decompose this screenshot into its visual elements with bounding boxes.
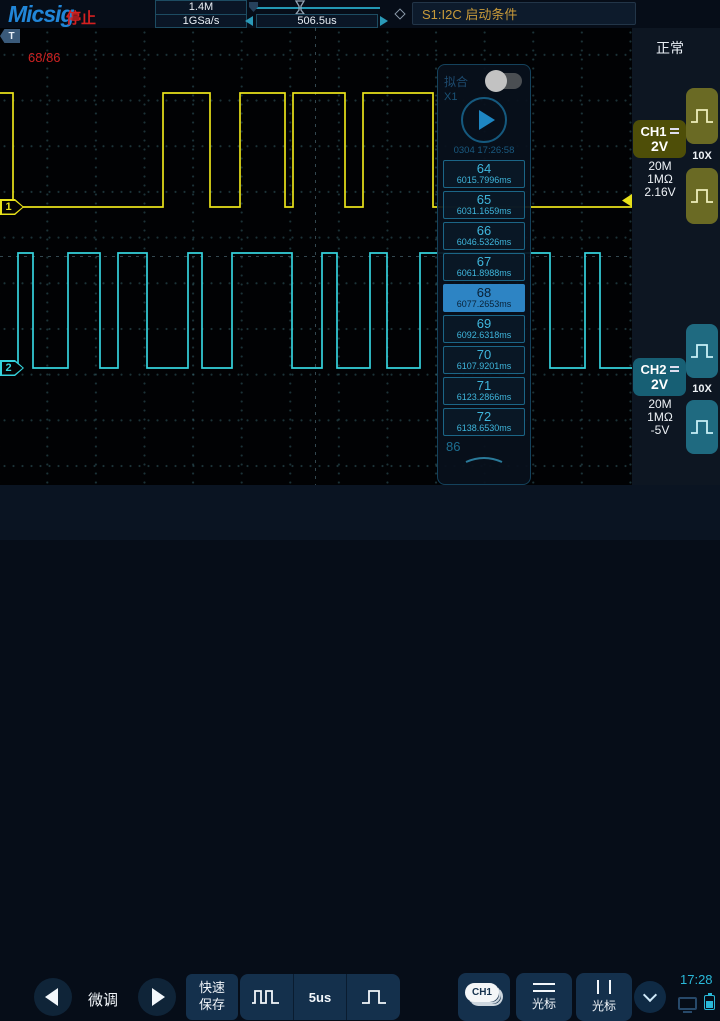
play-icon [479, 110, 495, 130]
frame-item[interactable]: 666046.5326ms [443, 222, 525, 250]
ch2-scale: 2V [651, 377, 668, 392]
ch1-pulse-up-button[interactable] [686, 88, 718, 144]
horizontal-cursor-button[interactable]: 光标 [516, 973, 572, 1021]
battery-icon [704, 995, 715, 1010]
arrow-right-icon [152, 988, 165, 1006]
pulse-icon [689, 105, 715, 127]
single-pulse-icon [360, 986, 388, 1008]
ch1-pulse-down-button[interactable] [686, 168, 718, 224]
ch2-ground-marker[interactable]: 2 [0, 360, 24, 376]
toggle-knob [485, 70, 507, 92]
frame-total-label: 86 [442, 439, 526, 454]
frame-item[interactable]: 706107.9201ms [443, 346, 525, 374]
quick-save-label: 快速保存 [197, 980, 227, 1014]
cursor-v-label: 光标 [592, 997, 616, 1014]
timebase-position-line [256, 7, 380, 9]
pulse-icon [689, 185, 715, 207]
trigger-condition-label: S1:I2C 启动条件 [422, 4, 517, 23]
acquire-mode-label[interactable]: 正常 [656, 38, 684, 58]
ch1-name: CH1 [640, 125, 666, 139]
ch2-badge[interactable]: CH2 2V [633, 358, 686, 396]
waveform-display: T 68/86 1 2 [0, 28, 632, 485]
double-pulse-icon [251, 986, 281, 1008]
ch2-offset: -5V [632, 424, 688, 437]
ch1-badge[interactable]: CH1 2V [633, 120, 686, 158]
acquisition-info-box[interactable]: 1.4M 1GSa/s [155, 0, 247, 28]
timebase-value[interactable]: 5us [293, 974, 347, 1020]
waveform-canvas [0, 28, 632, 485]
ch1-scale: 2V [651, 139, 668, 154]
dc-coupling-icon [670, 366, 679, 374]
frame-item[interactable]: 686077.2653ms [443, 284, 525, 312]
pulse-icon [689, 416, 715, 438]
arrow-left-icon [45, 988, 58, 1006]
menu-collapse-button[interactable] [634, 981, 666, 1013]
trigger-position-icon[interactable] [293, 0, 307, 15]
pulse-icon [689, 340, 715, 362]
ch1-probe-label: 10X [686, 150, 718, 162]
frame-counter-label: 68/86 [28, 50, 61, 65]
display-status-icon [678, 997, 697, 1010]
ch1-trace [0, 93, 632, 207]
chevron-up-icon [462, 454, 506, 464]
play-button[interactable] [461, 97, 507, 143]
active-channel-label: CH1 [465, 983, 499, 1002]
frame-item[interactable]: 716123.2866ms [443, 377, 525, 405]
timebase-left-arrow[interactable] [245, 16, 253, 26]
vertical-cursor-icon [597, 980, 611, 994]
ch2-probe-label: 10X [686, 383, 718, 395]
bottom-bar: 微调 快速保存 5us CH1 光标 光标 17:28 [0, 485, 720, 540]
timebase-right-arrow[interactable] [380, 16, 388, 26]
right-sidebar: 正常 10X CH1 2V 20M 1MΩ 2.16V 10X CH2 2V 2… [632, 28, 720, 485]
time-ref-icon [248, 1, 259, 13]
fit-label: 拟合 [444, 73, 468, 90]
ch1-marker-number: 1 [0, 199, 24, 215]
fine-tune-label: 微调 [88, 989, 118, 1010]
timebase-zoom-out-button[interactable] [346, 974, 400, 1020]
run-state-label[interactable]: 停止 [66, 7, 96, 28]
quick-save-button[interactable]: 快速保存 [186, 974, 238, 1020]
frame-item[interactable]: 656031.1659ms [443, 191, 525, 219]
ch2-marker-number: 2 [0, 360, 24, 376]
frame-item[interactable]: 696092.6318ms [443, 315, 525, 343]
frame-list: 646015.7996ms 656031.1659ms 666046.5326ms 6… [442, 160, 526, 436]
vertical-cursor-button[interactable]: 光标 [576, 973, 632, 1021]
ch2-pulse-down-button[interactable] [686, 400, 718, 454]
ch1-offset: 2.16V [632, 186, 688, 199]
time-position-value[interactable]: 506.5us [256, 14, 378, 28]
panel-collapse-handle[interactable] [442, 454, 526, 464]
ch2-trace [0, 253, 632, 368]
frame-item[interactable]: 646015.7996ms [443, 160, 525, 188]
top-bar: Micsig 停止 1.4M 1GSa/s 506.5us S1:I2C 启动条… [0, 0, 720, 28]
timebase-zoom-in-button[interactable] [240, 974, 293, 1020]
memory-depth-value: 1.4M [156, 1, 246, 15]
brand-logo: Micsig [8, 1, 74, 28]
fit-toggle[interactable] [486, 73, 522, 89]
active-channel-button[interactable]: CH1 [458, 973, 510, 1021]
trigger-diamond-icon [394, 8, 405, 19]
fine-tune-right-button[interactable] [138, 978, 176, 1016]
ch2-name: CH2 [640, 363, 666, 377]
playback-panel: 拟合 X1 0304 17:26:58 646015.7996ms656031.… [437, 64, 531, 485]
cursor-h-label: 光标 [532, 995, 556, 1012]
system-clock: 17:28 [680, 972, 713, 987]
chevron-down-icon [643, 987, 657, 1001]
ch1-ground-marker[interactable]: 1 [0, 199, 24, 215]
sample-rate-value: 1GSa/s [156, 15, 246, 28]
ch2-pulse-up-button[interactable] [686, 324, 718, 378]
dc-coupling-icon [670, 128, 679, 136]
horizontal-cursor-icon [533, 983, 555, 992]
record-timestamp: 0304 17:26:58 [442, 145, 526, 158]
trigger-condition-box[interactable]: S1:I2C 启动条件 [412, 2, 636, 25]
frame-item[interactable]: 726138.6530ms [443, 408, 525, 436]
fine-tune-left-button[interactable] [34, 978, 72, 1016]
frame-item[interactable]: 676061.8988ms [443, 253, 525, 281]
timebase-control: 5us [240, 974, 400, 1020]
